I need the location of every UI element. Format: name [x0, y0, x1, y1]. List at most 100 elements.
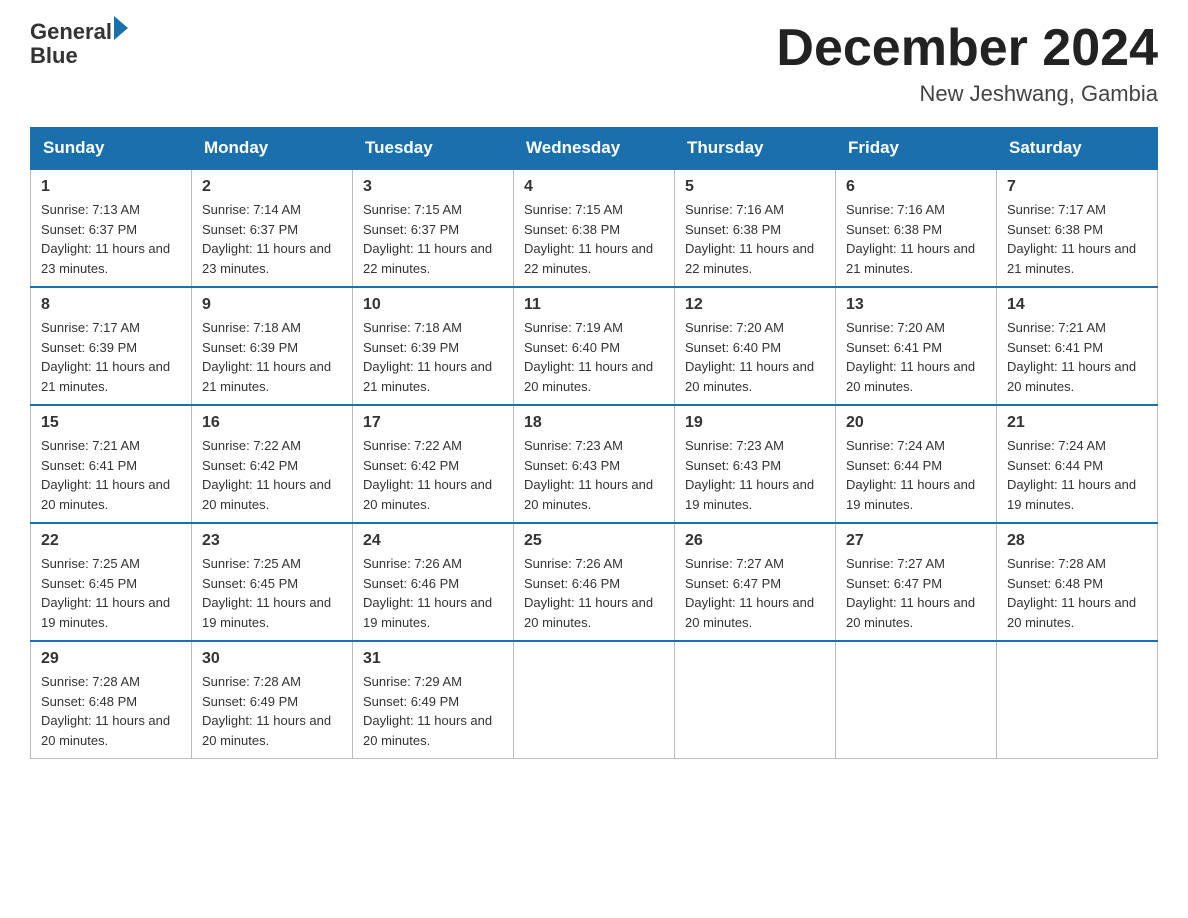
- day-number: 11: [524, 296, 664, 314]
- calendar-header-row: SundayMondayTuesdayWednesdayThursdayFrid…: [31, 128, 1158, 170]
- day-info: Sunrise: 7:29 AMSunset: 6:49 PMDaylight:…: [363, 672, 503, 750]
- calendar-cell: 1 Sunrise: 7:13 AMSunset: 6:37 PMDaylight…: [31, 169, 192, 287]
- location: New Jeshwang, Gambia: [776, 81, 1158, 107]
- header-tuesday: Tuesday: [353, 128, 514, 170]
- calendar-cell: 10Sunrise: 7:18 AMSunset: 6:39 PMDayligh…: [353, 287, 514, 405]
- day-info: Sunrise: 7:21 AMSunset: 6:41 PMDaylight:…: [41, 436, 181, 514]
- day-info: Sunrise: 7:16 AMSunset: 6:38 PMDaylight:…: [846, 200, 986, 278]
- day-info: Sunrise: 7:22 AMSunset: 6:42 PMDaylight:…: [202, 436, 342, 514]
- day-info: Sunrise: 7:15 AMSunset: 6:38 PMDaylight:…: [524, 200, 664, 278]
- calendar-cell: 30 Sunrise: 7:28 AMSunset: 6:49 PMDayligh…: [192, 641, 353, 759]
- day-info: Sunrise: 7:28 AMSunset: 6:49 PMDaylight:…: [202, 672, 342, 750]
- day-number: 26: [685, 532, 825, 550]
- day-info: Sunrise: 7:24 AMSunset: 6:44 PMDaylight:…: [1007, 436, 1147, 514]
- day-number: 9: [202, 296, 342, 314]
- day-info: Sunrise: 7:23 AMSunset: 6:43 PMDaylight:…: [524, 436, 664, 514]
- day-number: 30: [202, 650, 342, 668]
- day-number: 8: [41, 296, 181, 314]
- day-info: Sunrise: 7:26 AMSunset: 6:46 PMDaylight:…: [524, 554, 664, 632]
- day-number: 3: [363, 178, 503, 196]
- calendar-cell: 15 Sunrise: 7:21 AMSunset: 6:41 PMDayligh…: [31, 405, 192, 523]
- calendar-cell: 26 Sunrise: 7:27 AMSunset: 6:47 PMDayligh…: [675, 523, 836, 641]
- calendar-table: SundayMondayTuesdayWednesdayThursdayFrid…: [30, 127, 1158, 759]
- day-info: Sunrise: 7:21 AMSunset: 6:41 PMDaylight:…: [1007, 318, 1147, 396]
- week-row-4: 22 Sunrise: 7:25 AMSunset: 6:45 PMDayligh…: [31, 523, 1158, 641]
- calendar-cell: 31 Sunrise: 7:29 AMSunset: 6:49 PMDayligh…: [353, 641, 514, 759]
- day-info: Sunrise: 7:15 AMSunset: 6:37 PMDaylight:…: [363, 200, 503, 278]
- day-info: Sunrise: 7:17 AMSunset: 6:38 PMDaylight:…: [1007, 200, 1147, 278]
- logo-arrow-icon: [114, 16, 128, 40]
- day-info: Sunrise: 7:18 AMSunset: 6:39 PMDaylight:…: [202, 318, 342, 396]
- logo-general: General: [30, 20, 112, 44]
- day-number: 23: [202, 532, 342, 550]
- day-number: 2: [202, 178, 342, 196]
- calendar-cell: 22 Sunrise: 7:25 AMSunset: 6:45 PMDayligh…: [31, 523, 192, 641]
- calendar-cell: 7Sunrise: 7:17 AMSunset: 6:38 PMDaylight…: [997, 169, 1158, 287]
- week-row-3: 15 Sunrise: 7:21 AMSunset: 6:41 PMDayligh…: [31, 405, 1158, 523]
- calendar-cell: 6 Sunrise: 7:16 AMSunset: 6:38 PMDaylight…: [836, 169, 997, 287]
- calendar-cell: 18 Sunrise: 7:23 AMSunset: 6:43 PMDayligh…: [514, 405, 675, 523]
- day-info: Sunrise: 7:27 AMSunset: 6:47 PMDaylight:…: [685, 554, 825, 632]
- calendar-cell: 5 Sunrise: 7:16 AMSunset: 6:38 PMDaylight…: [675, 169, 836, 287]
- calendar-cell: 8 Sunrise: 7:17 AMSunset: 6:39 PMDaylight…: [31, 287, 192, 405]
- day-number: 6: [846, 178, 986, 196]
- calendar-cell: 12 Sunrise: 7:20 AMSunset: 6:40 PMDayligh…: [675, 287, 836, 405]
- day-number: 18: [524, 414, 664, 432]
- day-number: 4: [524, 178, 664, 196]
- calendar-cell: 17Sunrise: 7:22 AMSunset: 6:42 PMDayligh…: [353, 405, 514, 523]
- day-info: Sunrise: 7:18 AMSunset: 6:39 PMDaylight:…: [363, 318, 503, 396]
- week-row-2: 8 Sunrise: 7:17 AMSunset: 6:39 PMDaylight…: [31, 287, 1158, 405]
- logo: General Blue: [30, 20, 128, 68]
- day-info: Sunrise: 7:25 AMSunset: 6:45 PMDaylight:…: [202, 554, 342, 632]
- header-wednesday: Wednesday: [514, 128, 675, 170]
- calendar-cell: [675, 641, 836, 759]
- day-number: 1: [41, 178, 181, 196]
- day-info: Sunrise: 7:26 AMSunset: 6:46 PMDaylight:…: [363, 554, 503, 632]
- day-number: 5: [685, 178, 825, 196]
- calendar-cell: 23 Sunrise: 7:25 AMSunset: 6:45 PMDayligh…: [192, 523, 353, 641]
- header-monday: Monday: [192, 128, 353, 170]
- day-info: Sunrise: 7:14 AMSunset: 6:37 PMDaylight:…: [202, 200, 342, 278]
- logo-blue: Blue: [30, 44, 128, 68]
- calendar-cell: 25 Sunrise: 7:26 AMSunset: 6:46 PMDayligh…: [514, 523, 675, 641]
- day-number: 12: [685, 296, 825, 314]
- day-number: 25: [524, 532, 664, 550]
- calendar-cell: [514, 641, 675, 759]
- calendar-cell: 29 Sunrise: 7:28 AMSunset: 6:48 PMDayligh…: [31, 641, 192, 759]
- day-info: Sunrise: 7:13 AMSunset: 6:37 PMDaylight:…: [41, 200, 181, 278]
- calendar-cell: 11Sunrise: 7:19 AMSunset: 6:40 PMDayligh…: [514, 287, 675, 405]
- day-info: Sunrise: 7:20 AMSunset: 6:41 PMDaylight:…: [846, 318, 986, 396]
- title-block: December 2024 New Jeshwang, Gambia: [776, 20, 1158, 107]
- calendar-cell: 19Sunrise: 7:23 AMSunset: 6:43 PMDayligh…: [675, 405, 836, 523]
- day-number: 28: [1007, 532, 1147, 550]
- day-info: Sunrise: 7:28 AMSunset: 6:48 PMDaylight:…: [1007, 554, 1147, 632]
- day-number: 31: [363, 650, 503, 668]
- day-info: Sunrise: 7:16 AMSunset: 6:38 PMDaylight:…: [685, 200, 825, 278]
- calendar-cell: [997, 641, 1158, 759]
- calendar-cell: 9 Sunrise: 7:18 AMSunset: 6:39 PMDaylight…: [192, 287, 353, 405]
- calendar-cell: 27 Sunrise: 7:27 AMSunset: 6:47 PMDayligh…: [836, 523, 997, 641]
- header-saturday: Saturday: [997, 128, 1158, 170]
- calendar-cell: [836, 641, 997, 759]
- day-info: Sunrise: 7:20 AMSunset: 6:40 PMDaylight:…: [685, 318, 825, 396]
- day-number: 27: [846, 532, 986, 550]
- day-info: Sunrise: 7:25 AMSunset: 6:45 PMDaylight:…: [41, 554, 181, 632]
- day-info: Sunrise: 7:28 AMSunset: 6:48 PMDaylight:…: [41, 672, 181, 750]
- header-friday: Friday: [836, 128, 997, 170]
- day-number: 29: [41, 650, 181, 668]
- calendar-cell: 14 Sunrise: 7:21 AMSunset: 6:41 PMDayligh…: [997, 287, 1158, 405]
- calendar-cell: 16Sunrise: 7:22 AMSunset: 6:42 PMDayligh…: [192, 405, 353, 523]
- month-title: December 2024: [776, 20, 1158, 77]
- day-info: Sunrise: 7:24 AMSunset: 6:44 PMDaylight:…: [846, 436, 986, 514]
- calendar-cell: 3 Sunrise: 7:15 AMSunset: 6:37 PMDaylight…: [353, 169, 514, 287]
- calendar-cell: 21Sunrise: 7:24 AMSunset: 6:44 PMDayligh…: [997, 405, 1158, 523]
- calendar-cell: 24Sunrise: 7:26 AMSunset: 6:46 PMDayligh…: [353, 523, 514, 641]
- day-number: 22: [41, 532, 181, 550]
- page-header: General Blue December 2024 New Jeshwang,…: [30, 20, 1158, 107]
- day-number: 15: [41, 414, 181, 432]
- day-info: Sunrise: 7:27 AMSunset: 6:47 PMDaylight:…: [846, 554, 986, 632]
- calendar-cell: 4 Sunrise: 7:15 AMSunset: 6:38 PMDaylight…: [514, 169, 675, 287]
- day-info: Sunrise: 7:17 AMSunset: 6:39 PMDaylight:…: [41, 318, 181, 396]
- day-number: 14: [1007, 296, 1147, 314]
- day-number: 20: [846, 414, 986, 432]
